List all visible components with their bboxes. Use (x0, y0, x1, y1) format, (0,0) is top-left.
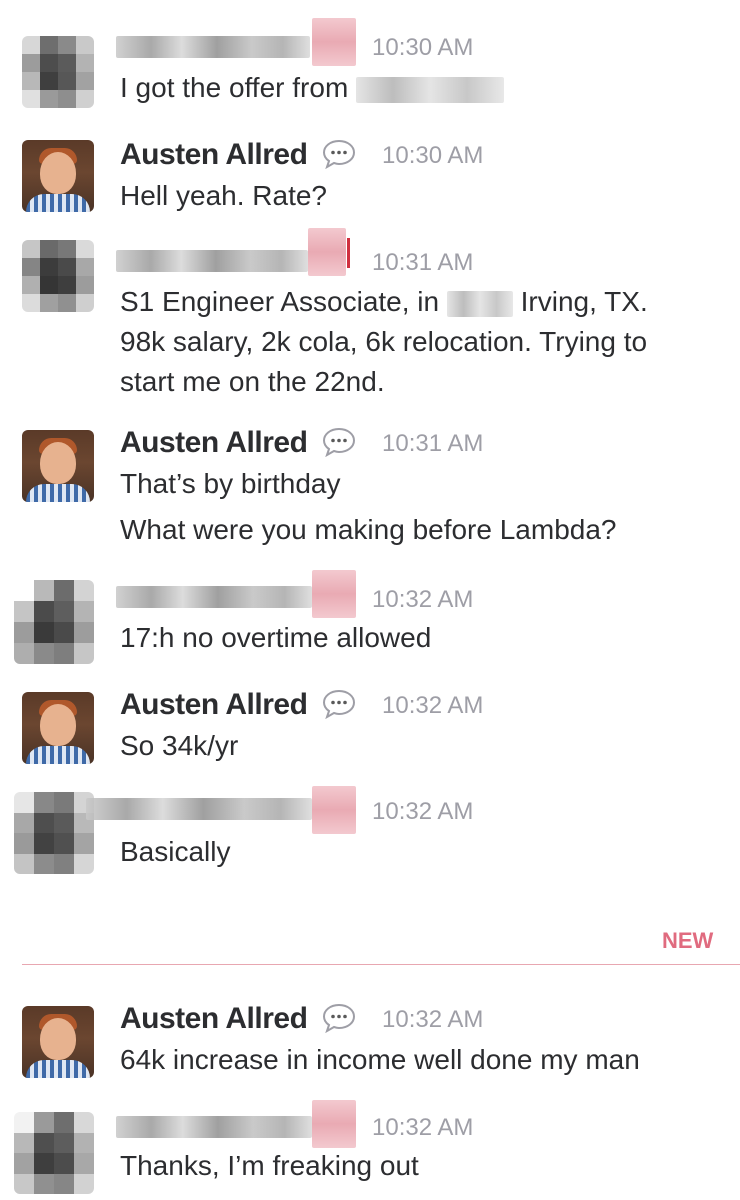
redacted-badge-edge (347, 238, 350, 268)
message-time[interactable]: 10:32 AM (372, 798, 473, 826)
avatar[interactable] (14, 1112, 94, 1194)
avatar[interactable] (22, 1006, 94, 1078)
avatar[interactable] (22, 692, 94, 764)
new-messages-divider (22, 964, 740, 965)
message-line: start me on the 22nd. (120, 366, 385, 397)
avatar-shirt (26, 1060, 90, 1078)
avatar[interactable] (22, 430, 94, 502)
message-text: I got the offer from (120, 68, 505, 108)
speech-bubble-icon[interactable] (322, 427, 356, 457)
speech-bubble-icon[interactable] (322, 139, 356, 169)
redacted-badge (312, 786, 356, 834)
redacted-badge (312, 1100, 356, 1148)
speech-bubble-icon[interactable] (322, 1003, 356, 1033)
avatar-face (40, 152, 76, 194)
redacted-author-name[interactable] (86, 798, 312, 820)
message-text: What were you making before Lambda? (120, 514, 617, 545)
redacted-author-name[interactable] (116, 250, 308, 272)
message-line: S1 Engineer Associate, in Irving, TX. (120, 282, 720, 322)
message-text: 17:h no overtime allowed (120, 622, 432, 653)
message-text: That’s by birthday (120, 468, 341, 499)
author-name[interactable]: Austen Allred (120, 688, 308, 722)
avatar[interactable] (22, 240, 94, 312)
message-line-part: Irving, TX. (520, 286, 648, 317)
message-text: Hell yeah. Rate? (120, 180, 328, 211)
avatar-face (40, 442, 76, 484)
avatar-shirt (26, 194, 90, 212)
avatar-shirt (26, 484, 90, 502)
avatar[interactable] (22, 36, 94, 108)
redacted-author-name[interactable] (116, 36, 310, 58)
author-name[interactable]: Austen Allred (120, 426, 308, 460)
message-time[interactable]: 10:31 AM (372, 249, 473, 277)
redacted-badge (312, 570, 356, 618)
redacted-badge (312, 18, 356, 66)
avatar-face (40, 704, 76, 746)
message-text: 64k increase in income well done my man (120, 1044, 640, 1075)
message-line: I got the offer from (120, 72, 349, 103)
avatar[interactable] (22, 140, 94, 212)
message-text: Thanks, I’m freaking out (120, 1150, 419, 1181)
message-time[interactable]: 10:30 AM (372, 34, 473, 62)
message-time[interactable]: 10:32 AM (372, 1114, 473, 1142)
redacted-badge (308, 228, 346, 276)
message-time[interactable]: 10:32 AM (382, 1006, 483, 1034)
message-time[interactable]: 10:32 AM (372, 586, 473, 614)
message-text: Basically (120, 836, 231, 867)
redacted-author-name[interactable] (116, 586, 312, 608)
avatar[interactable] (14, 580, 94, 664)
redacted-author-name[interactable] (116, 1116, 312, 1138)
author-name[interactable]: Austen Allred (120, 1002, 308, 1036)
speech-bubble-icon[interactable] (322, 689, 356, 719)
new-messages-label: NEW (662, 928, 714, 953)
message-text: So 34k/yr (120, 730, 239, 761)
message-line: 98k salary, 2k cola, 6k relocation. Tryi… (120, 326, 648, 357)
message-time[interactable]: 10:31 AM (382, 430, 483, 458)
message-time[interactable]: 10:30 AM (382, 142, 483, 170)
redacted-company (446, 290, 513, 317)
redacted-company (356, 76, 505, 103)
avatar[interactable] (14, 792, 94, 874)
avatar-face (40, 1018, 76, 1060)
message-line-part: S1 Engineer Associate, in (120, 286, 440, 317)
author-name[interactable]: Austen Allred (120, 138, 308, 172)
message-text: S1 Engineer Associate, in Irving, TX. 98… (120, 282, 720, 402)
message-time[interactable]: 10:32 AM (382, 692, 483, 720)
avatar-shirt (26, 746, 90, 764)
